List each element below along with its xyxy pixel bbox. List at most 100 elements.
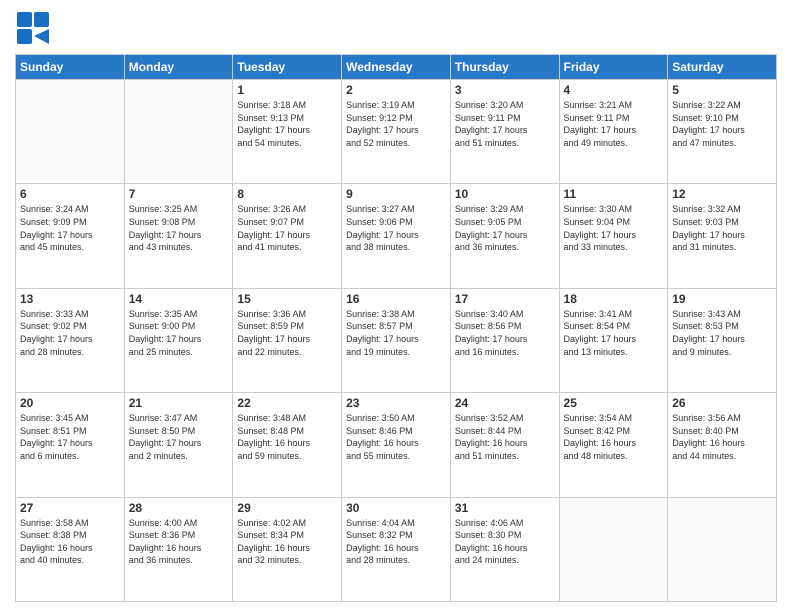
day-number: 10	[455, 187, 555, 201]
day-info: Sunrise: 3:21 AM Sunset: 9:11 PM Dayligh…	[564, 99, 664, 149]
day-info: Sunrise: 3:25 AM Sunset: 9:08 PM Dayligh…	[129, 203, 229, 253]
calendar-cell: 1 Sunrise: 3:18 AM Sunset: 9:13 PM Daylig…	[233, 80, 342, 184]
calendar-cell: 21 Sunrise: 3:47 AM Sunset: 8:50 PM Dayli…	[124, 393, 233, 497]
day-number: 7	[129, 187, 229, 201]
calendar-header-tuesday: Tuesday	[233, 55, 342, 80]
calendar-cell	[124, 80, 233, 184]
day-number: 17	[455, 292, 555, 306]
calendar-header-monday: Monday	[124, 55, 233, 80]
calendar-header-wednesday: Wednesday	[342, 55, 451, 80]
calendar-week-row: 13 Sunrise: 3:33 AM Sunset: 9:02 PM Dayli…	[16, 288, 777, 392]
day-number: 3	[455, 83, 555, 97]
day-number: 1	[237, 83, 337, 97]
calendar-header-friday: Friday	[559, 55, 668, 80]
calendar-cell	[559, 497, 668, 601]
day-number: 15	[237, 292, 337, 306]
calendar-week-row: 20 Sunrise: 3:45 AM Sunset: 8:51 PM Dayli…	[16, 393, 777, 497]
calendar-cell: 3 Sunrise: 3:20 AM Sunset: 9:11 PM Daylig…	[450, 80, 559, 184]
calendar-cell: 15 Sunrise: 3:36 AM Sunset: 8:59 PM Dayli…	[233, 288, 342, 392]
calendar-cell: 6Sunrise: 3:24 AM Sunset: 9:09 PM Daylig…	[16, 184, 125, 288]
day-info: Sunrise: 3:20 AM Sunset: 9:11 PM Dayligh…	[455, 99, 555, 149]
day-number: 21	[129, 396, 229, 410]
day-info: Sunrise: 3:47 AM Sunset: 8:50 PM Dayligh…	[129, 412, 229, 462]
calendar-header-saturday: Saturday	[668, 55, 777, 80]
day-info: Sunrise: 3:58 AM Sunset: 8:38 PM Dayligh…	[20, 517, 120, 567]
day-info: Sunrise: 3:22 AM Sunset: 9:10 PM Dayligh…	[672, 99, 772, 149]
calendar-cell: 4 Sunrise: 3:21 AM Sunset: 9:11 PM Daylig…	[559, 80, 668, 184]
calendar-cell: 20 Sunrise: 3:45 AM Sunset: 8:51 PM Dayli…	[16, 393, 125, 497]
page: SundayMondayTuesdayWednesdayThursdayFrid…	[0, 0, 792, 612]
day-info: Sunrise: 3:52 AM Sunset: 8:44 PM Dayligh…	[455, 412, 555, 462]
calendar-cell: 14 Sunrise: 3:35 AM Sunset: 9:00 PM Dayli…	[124, 288, 233, 392]
day-info: Sunrise: 4:02 AM Sunset: 8:34 PM Dayligh…	[237, 517, 337, 567]
calendar-cell: 26 Sunrise: 3:56 AM Sunset: 8:40 PM Dayli…	[668, 393, 777, 497]
calendar-cell: 18Sunrise: 3:41 AM Sunset: 8:54 PM Dayli…	[559, 288, 668, 392]
calendar-cell: 30Sunrise: 4:04 AM Sunset: 8:32 PM Dayli…	[342, 497, 451, 601]
calendar-cell: 27 Sunrise: 3:58 AM Sunset: 8:38 PM Dayli…	[16, 497, 125, 601]
calendar-week-row: 1 Sunrise: 3:18 AM Sunset: 9:13 PM Daylig…	[16, 80, 777, 184]
day-number: 9	[346, 187, 446, 201]
day-number: 19	[672, 292, 772, 306]
day-number: 27	[20, 501, 120, 515]
calendar-cell: 28 Sunrise: 4:00 AM Sunset: 8:36 PM Dayli…	[124, 497, 233, 601]
day-info: Sunrise: 3:26 AM Sunset: 9:07 PM Dayligh…	[237, 203, 337, 253]
logo-icon	[15, 10, 51, 46]
day-info: Sunrise: 3:33 AM Sunset: 9:02 PM Dayligh…	[20, 308, 120, 358]
calendar-cell: 8Sunrise: 3:26 AM Sunset: 9:07 PM Daylig…	[233, 184, 342, 288]
day-info: Sunrise: 3:36 AM Sunset: 8:59 PM Dayligh…	[237, 308, 337, 358]
calendar-table: SundayMondayTuesdayWednesdayThursdayFrid…	[15, 54, 777, 602]
day-number: 23	[346, 396, 446, 410]
day-info: Sunrise: 3:18 AM Sunset: 9:13 PM Dayligh…	[237, 99, 337, 149]
day-info: Sunrise: 3:56 AM Sunset: 8:40 PM Dayligh…	[672, 412, 772, 462]
logo	[15, 10, 55, 46]
day-number: 20	[20, 396, 120, 410]
calendar-cell: 24 Sunrise: 3:52 AM Sunset: 8:44 PM Dayli…	[450, 393, 559, 497]
calendar-cell	[668, 497, 777, 601]
day-number: 12	[672, 187, 772, 201]
day-info: Sunrise: 3:50 AM Sunset: 8:46 PM Dayligh…	[346, 412, 446, 462]
calendar-cell: 16 Sunrise: 3:38 AM Sunset: 8:57 PM Dayli…	[342, 288, 451, 392]
day-number: 31	[455, 501, 555, 515]
day-info: Sunrise: 3:45 AM Sunset: 8:51 PM Dayligh…	[20, 412, 120, 462]
calendar-cell: 7 Sunrise: 3:25 AM Sunset: 9:08 PM Daylig…	[124, 184, 233, 288]
calendar-cell: 29 Sunrise: 4:02 AM Sunset: 8:34 PM Dayli…	[233, 497, 342, 601]
header	[15, 10, 777, 46]
day-info: Sunrise: 3:32 AM Sunset: 9:03 PM Dayligh…	[672, 203, 772, 253]
day-info: Sunrise: 3:27 AM Sunset: 9:06 PM Dayligh…	[346, 203, 446, 253]
day-info: Sunrise: 3:24 AM Sunset: 9:09 PM Dayligh…	[20, 203, 120, 253]
calendar-cell: 12 Sunrise: 3:32 AM Sunset: 9:03 PM Dayli…	[668, 184, 777, 288]
calendar-cell: 17 Sunrise: 3:40 AM Sunset: 8:56 PM Dayli…	[450, 288, 559, 392]
day-info: Sunrise: 3:48 AM Sunset: 8:48 PM Dayligh…	[237, 412, 337, 462]
calendar-cell	[16, 80, 125, 184]
calendar-cell: 31 Sunrise: 4:06 AM Sunset: 8:30 PM Dayli…	[450, 497, 559, 601]
calendar-cell: 11 Sunrise: 3:30 AM Sunset: 9:04 PM Dayli…	[559, 184, 668, 288]
day-number: 29	[237, 501, 337, 515]
day-info: Sunrise: 3:38 AM Sunset: 8:57 PM Dayligh…	[346, 308, 446, 358]
calendar-header-row: SundayMondayTuesdayWednesdayThursdayFrid…	[16, 55, 777, 80]
day-info: Sunrise: 4:00 AM Sunset: 8:36 PM Dayligh…	[129, 517, 229, 567]
calendar-cell: 22 Sunrise: 3:48 AM Sunset: 8:48 PM Dayli…	[233, 393, 342, 497]
day-number: 28	[129, 501, 229, 515]
day-number: 14	[129, 292, 229, 306]
calendar-cell: 5Sunrise: 3:22 AM Sunset: 9:10 PM Daylig…	[668, 80, 777, 184]
day-info: Sunrise: 3:35 AM Sunset: 9:00 PM Dayligh…	[129, 308, 229, 358]
calendar-cell: 10 Sunrise: 3:29 AM Sunset: 9:05 PM Dayli…	[450, 184, 559, 288]
calendar-cell: 25Sunrise: 3:54 AM Sunset: 8:42 PM Dayli…	[559, 393, 668, 497]
calendar-cell: 19 Sunrise: 3:43 AM Sunset: 8:53 PM Dayli…	[668, 288, 777, 392]
day-info: Sunrise: 3:43 AM Sunset: 8:53 PM Dayligh…	[672, 308, 772, 358]
day-info: Sunrise: 3:29 AM Sunset: 9:05 PM Dayligh…	[455, 203, 555, 253]
day-info: Sunrise: 3:30 AM Sunset: 9:04 PM Dayligh…	[564, 203, 664, 253]
day-number: 22	[237, 396, 337, 410]
day-info: Sunrise: 3:40 AM Sunset: 8:56 PM Dayligh…	[455, 308, 555, 358]
day-number: 11	[564, 187, 664, 201]
calendar-header-thursday: Thursday	[450, 55, 559, 80]
day-info: Sunrise: 4:06 AM Sunset: 8:30 PM Dayligh…	[455, 517, 555, 567]
calendar-header-sunday: Sunday	[16, 55, 125, 80]
day-number: 4	[564, 83, 664, 97]
day-number: 24	[455, 396, 555, 410]
day-number: 16	[346, 292, 446, 306]
calendar-week-row: 6Sunrise: 3:24 AM Sunset: 9:09 PM Daylig…	[16, 184, 777, 288]
calendar-cell: 9 Sunrise: 3:27 AM Sunset: 9:06 PM Daylig…	[342, 184, 451, 288]
day-number: 13	[20, 292, 120, 306]
day-number: 26	[672, 396, 772, 410]
